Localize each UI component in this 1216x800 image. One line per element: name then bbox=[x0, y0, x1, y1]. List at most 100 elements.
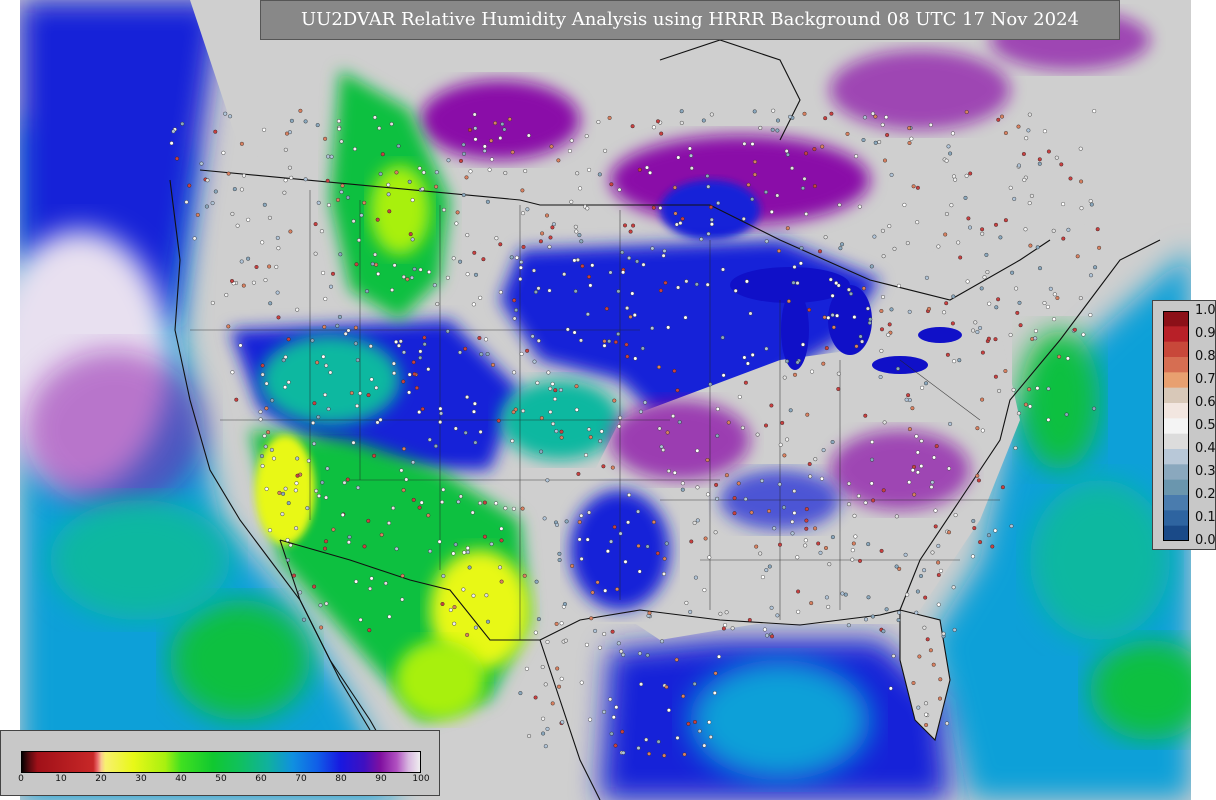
station-dot bbox=[714, 482, 719, 487]
station-dot bbox=[578, 186, 583, 191]
station-dot bbox=[920, 385, 925, 390]
station-dot bbox=[927, 306, 932, 311]
rh-colorbar-tick: 100 bbox=[412, 774, 430, 784]
station-dot bbox=[791, 280, 796, 285]
station-dot bbox=[286, 380, 291, 385]
station-dot bbox=[852, 315, 857, 320]
station-dot bbox=[1035, 386, 1040, 391]
station-dot bbox=[268, 301, 273, 306]
station-dot bbox=[1012, 196, 1017, 201]
station-dot bbox=[266, 430, 271, 435]
station-dot bbox=[510, 150, 515, 155]
station-dot bbox=[269, 447, 274, 452]
station-dot bbox=[906, 393, 911, 398]
station-dot bbox=[467, 565, 472, 570]
station-dot bbox=[973, 320, 978, 325]
station-dot bbox=[715, 433, 720, 438]
station-dot bbox=[597, 172, 602, 177]
station-dot bbox=[869, 264, 874, 269]
station-dot bbox=[394, 170, 399, 175]
station-dot bbox=[944, 211, 949, 216]
station-dot bbox=[613, 743, 618, 748]
station-dot bbox=[896, 366, 901, 371]
lake-michigan bbox=[781, 290, 809, 370]
station-dot bbox=[1037, 161, 1042, 166]
station-dot bbox=[410, 237, 415, 242]
station-dot bbox=[570, 563, 575, 568]
station-dot bbox=[564, 519, 569, 524]
station-dot bbox=[911, 184, 916, 189]
station-dot bbox=[827, 562, 832, 567]
station-dot bbox=[912, 464, 917, 469]
map-canvas bbox=[20, 0, 1191, 800]
station-dot bbox=[628, 229, 633, 234]
station-dot bbox=[939, 568, 944, 573]
station-dot bbox=[776, 118, 781, 123]
station-dot bbox=[315, 360, 320, 365]
station-dot bbox=[830, 440, 835, 445]
station-dot bbox=[264, 486, 269, 491]
station-dot bbox=[692, 520, 697, 525]
station-dot bbox=[782, 453, 787, 458]
station-dot bbox=[546, 370, 551, 375]
station-dot bbox=[780, 420, 785, 425]
station-dot bbox=[957, 358, 962, 363]
station-dot bbox=[733, 288, 738, 293]
station-dot bbox=[357, 238, 362, 243]
station-dot bbox=[328, 370, 333, 375]
station-dot bbox=[631, 223, 636, 228]
station-dot bbox=[664, 685, 669, 690]
station-dot bbox=[796, 589, 801, 594]
station-dot bbox=[764, 239, 769, 244]
station-dot bbox=[965, 279, 970, 284]
station-dot bbox=[661, 253, 666, 258]
station-dot bbox=[545, 213, 550, 218]
station-dot bbox=[285, 558, 290, 563]
station-dot bbox=[866, 595, 871, 600]
station-dot bbox=[213, 129, 218, 134]
station-dot bbox=[884, 115, 889, 120]
station-dot bbox=[796, 609, 801, 614]
gulf-cyan-patch bbox=[690, 660, 870, 780]
station-dot bbox=[616, 641, 621, 646]
station-dot bbox=[966, 216, 971, 221]
station-dot bbox=[830, 293, 835, 298]
station-dot bbox=[336, 119, 341, 124]
station-dot bbox=[786, 299, 791, 304]
station-dot bbox=[322, 324, 327, 329]
observation-colorbar-swatch bbox=[1163, 510, 1189, 527]
station-dot bbox=[661, 448, 666, 453]
station-dot bbox=[637, 651, 642, 656]
station-dot bbox=[994, 222, 999, 227]
station-dot bbox=[790, 166, 795, 171]
station-dot bbox=[324, 601, 329, 606]
station-dot bbox=[489, 542, 494, 547]
station-dot bbox=[461, 192, 466, 197]
station-dot bbox=[597, 645, 602, 650]
station-dot bbox=[990, 544, 995, 549]
station-dot bbox=[282, 190, 287, 195]
station-dot bbox=[472, 250, 477, 255]
station-dot bbox=[936, 573, 941, 578]
station-dot bbox=[550, 225, 555, 230]
station-dot bbox=[442, 207, 447, 212]
station-dot bbox=[1013, 446, 1018, 451]
station-dot bbox=[695, 448, 700, 453]
station-dot bbox=[975, 426, 980, 431]
station-dot bbox=[417, 410, 422, 415]
station-dot bbox=[689, 539, 694, 544]
station-dot bbox=[664, 541, 669, 546]
station-dot bbox=[924, 275, 929, 280]
station-dot bbox=[881, 629, 886, 634]
station-dot bbox=[1054, 155, 1059, 160]
station-dot bbox=[709, 205, 714, 210]
station-dot bbox=[694, 282, 699, 287]
station-dot bbox=[721, 373, 726, 378]
station-dot bbox=[821, 448, 826, 453]
station-dot bbox=[943, 232, 948, 237]
station-dot bbox=[971, 328, 976, 333]
station-dot bbox=[858, 334, 863, 339]
station-dot bbox=[624, 342, 629, 347]
station-dot bbox=[826, 315, 831, 320]
station-dot bbox=[246, 217, 251, 222]
